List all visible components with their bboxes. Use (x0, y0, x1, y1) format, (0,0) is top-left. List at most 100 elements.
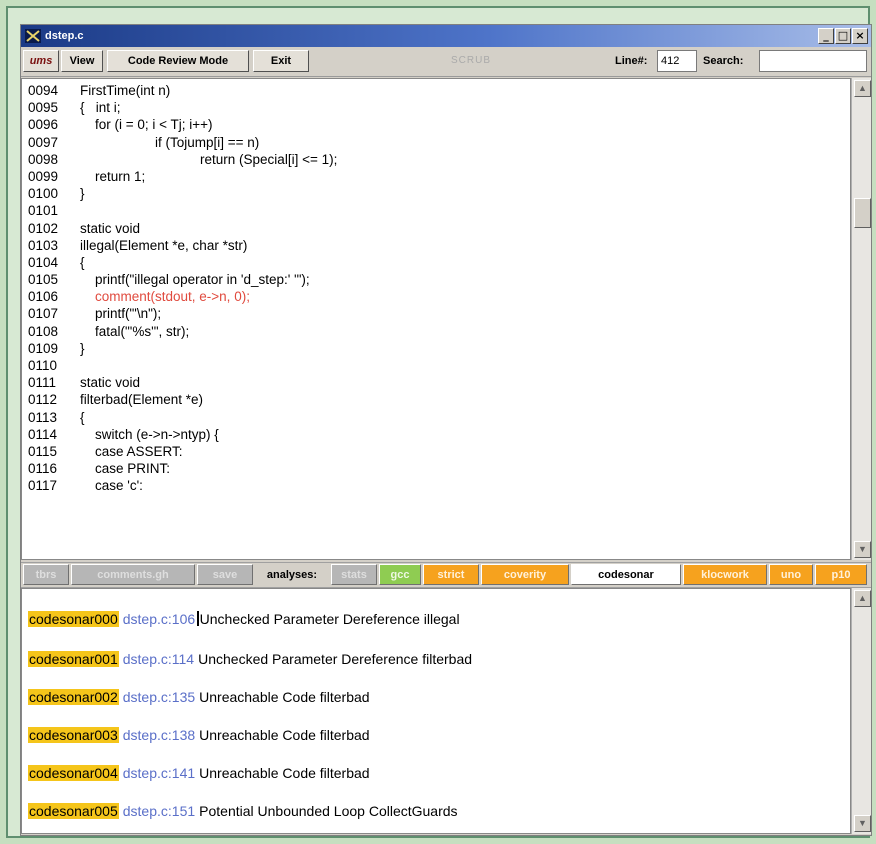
code-line[interactable]: 0107 printf("'\n"); (22, 305, 850, 322)
result-row[interactable]: codesonar003 dstep.c:138 Unreachable Code … (28, 725, 370, 745)
result-message: Unchecked Parameter Dereference filterba… (198, 651, 473, 667)
result-row[interactable]: codesonar004 dstep.c:141 Unreachable Code … (28, 763, 370, 783)
analyses-label: analyses: (255, 564, 329, 585)
results-panel[interactable]: codesonar000 dstep.c:106 Unchecked Paramet… (21, 588, 851, 834)
code-line[interactable]: 0104 { (22, 254, 850, 271)
tab-coverity[interactable]: coverity (481, 564, 569, 585)
code-line[interactable]: 0106 comment(stdout, e->n, 0); (22, 288, 850, 305)
scroll-up-icon[interactable]: ▲ (854, 80, 871, 97)
tab-uno[interactable]: uno (769, 564, 813, 585)
result-row[interactable]: codesonar000 dstep.c:106 Unchecked Paramet… (28, 609, 460, 629)
code-line[interactable]: 0103 illegal(Element *e, char *str) (22, 237, 850, 254)
code-line[interactable]: 0109} (22, 340, 850, 357)
line-number: 0114 (28, 426, 58, 442)
line-number-input[interactable]: 412 (657, 50, 697, 72)
scroll-down-icon[interactable]: ▼ (854, 541, 871, 558)
code-text: case PRINT: (80, 461, 171, 477)
code-text: } (80, 340, 85, 356)
code-line[interactable]: 0114 switch (e->n->ntyp) { (22, 426, 850, 443)
tab-comments[interactable]: comments.gh (71, 564, 195, 585)
tab-tbrs[interactable]: tbrs (23, 564, 69, 585)
result-tool-badge: codesonar004 (28, 765, 119, 781)
result-location-link[interactable]: dstep.c:114 (123, 651, 194, 667)
line-number: 0102 (28, 220, 59, 236)
code-line[interactable]: 0113 { (22, 409, 850, 426)
results-scrollbar[interactable]: ▲ ▼ (851, 588, 871, 834)
code-line[interactable]: 0116 case PRINT: (22, 460, 850, 477)
code-line[interactable]: 0105 printf("illegal operator in 'd_step… (22, 271, 850, 288)
code-line[interactable]: 0098 return (Special[i] <= 1); (22, 151, 850, 168)
result-location-link[interactable]: dstep.c:135 (123, 689, 195, 705)
result-location-link[interactable]: dstep.c:151 (123, 803, 195, 819)
code-line[interactable]: 0108 fatal("'%s'", str); (22, 323, 850, 340)
code-view[interactable]: 0094 FirstTime(int n) 0095 { int i; 0096 for… (21, 78, 851, 560)
result-row[interactable]: codesonar005 dstep.c:151 Potential Unbound… (28, 801, 458, 821)
line-number: 0098 (28, 151, 59, 167)
analysis-tab-bar: tbrs comments.gh save analyses: stats gc… (21, 562, 871, 588)
code-line[interactable]: 0110 (22, 357, 850, 374)
tab-klocwork[interactable]: klocwork (683, 564, 767, 585)
code-line[interactable]: 0096 for (i = 0; i < Tj; i++) (22, 116, 850, 133)
code-text: return 1; (80, 168, 146, 184)
title-bar[interactable]: dstep.c _ □ × (21, 25, 871, 47)
line-number: 0103 (28, 237, 59, 253)
code-text: printf("illegal operator in 'd_step:' '"… (80, 272, 310, 288)
tab-codesonar[interactable]: codesonar (571, 564, 681, 585)
code-text: case ASSERT: (80, 443, 183, 459)
code-text: illegal(Element *e, char *str) (80, 237, 248, 253)
line-number: 0116 (28, 461, 58, 477)
code-text: return (Special[i] <= 1); (80, 151, 338, 167)
close-icon[interactable]: × (852, 28, 868, 44)
line-number: 0101 (28, 203, 59, 219)
result-location-link[interactable]: dstep.c:141 (123, 765, 195, 781)
logo-button[interactable]: ums (23, 50, 59, 72)
scroll-thumb[interactable] (854, 198, 871, 228)
code-scrollbar[interactable]: ▲ ▼ (851, 78, 871, 560)
tab-gcc[interactable]: gcc (379, 564, 421, 585)
search-input[interactable] (759, 50, 867, 72)
code-line[interactable]: 0100} (22, 185, 850, 202)
tab-p10[interactable]: p10 (815, 564, 867, 585)
minimize-icon[interactable]: _ (818, 28, 834, 44)
results-scroll-up-icon[interactable]: ▲ (854, 590, 871, 607)
code-text: } (80, 186, 85, 202)
line-number: 0095 (28, 100, 59, 116)
tab-stats[interactable]: stats (331, 564, 377, 585)
line-number: 0097 (28, 134, 59, 150)
code-line[interactable]: 0101 (22, 202, 850, 219)
result-location-link[interactable]: dstep.c:106 (123, 611, 195, 627)
code-text: static void (80, 375, 141, 391)
code-text: { (80, 409, 85, 425)
maximize-icon[interactable]: □ (835, 28, 851, 44)
exit-button[interactable]: Exit (253, 50, 309, 72)
tab-strict[interactable]: strict (423, 564, 479, 585)
tab-save[interactable]: save (197, 564, 253, 585)
code-review-mode-button[interactable]: Code Review Mode (107, 50, 249, 72)
result-row[interactable]: codesonar001 dstep.c:114 Unchecked Paramet… (28, 649, 472, 669)
app-window: dstep.c _ □ × ums View Code Review Mode … (20, 24, 872, 836)
code-line[interactable]: 0111 static void (22, 374, 850, 391)
line-number: 0110 (28, 358, 58, 373)
code-line[interactable]: 0115 case ASSERT: (22, 443, 850, 460)
text-cursor (197, 611, 199, 626)
toolbar: ums View Code Review Mode Exit SCRUB Lin… (21, 48, 871, 77)
code-text: { int i; (80, 100, 121, 116)
code-text: if (Tojump[i] == n) (80, 134, 260, 150)
code-text: comment(stdout, e->n, 0); (80, 289, 250, 305)
line-number: 0117 (28, 478, 58, 494)
code-line[interactable]: 0102 static void (22, 220, 850, 237)
code-line[interactable]: 0112 filterbad(Element *e) (22, 391, 850, 408)
window-controls: _ □ × (818, 28, 868, 44)
result-location-link[interactable]: dstep.c:138 (123, 727, 195, 743)
result-row[interactable]: codesonar002 dstep.c:135 Unreachable Code … (28, 687, 370, 707)
results-scroll-down-icon[interactable]: ▼ (854, 815, 871, 832)
code-line[interactable]: 0117 case 'c': (22, 477, 850, 494)
code-text: switch (e->n->ntyp) { (80, 426, 219, 442)
line-number: 0105 (28, 272, 59, 288)
code-line[interactable]: 0099 return 1; (22, 168, 850, 185)
code-line[interactable]: 0097 if (Tojump[i] == n) (22, 134, 850, 151)
code-line[interactable]: 0095 { int i; (22, 99, 850, 116)
code-line[interactable]: 0094 FirstTime(int n) (22, 82, 850, 99)
view-button[interactable]: View (61, 50, 103, 72)
line-number-label: Line#: (615, 55, 648, 67)
